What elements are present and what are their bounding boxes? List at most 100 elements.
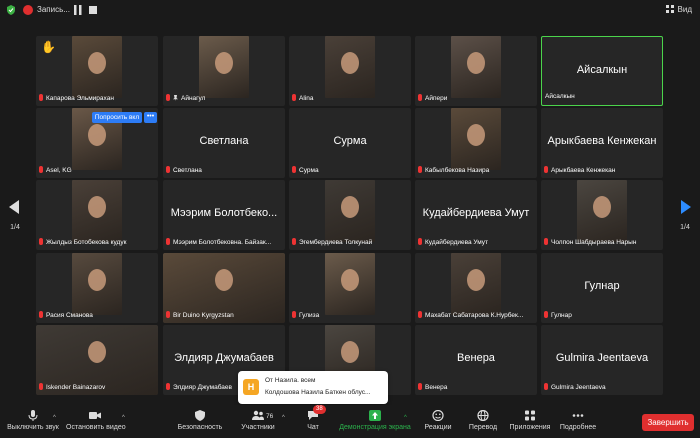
participant-name: Гулнар	[551, 312, 572, 319]
participant-name-label: Айнагул	[166, 94, 282, 104]
participants-caret-icon[interactable]: ^	[282, 415, 285, 421]
pause-recording-icon[interactable]	[74, 5, 82, 15]
participant-name: Gulmira Jeentaeva	[551, 384, 606, 391]
participant-tile[interactable]: Bir Duino Kyrgyzstan	[163, 253, 285, 323]
translation-button[interactable]: Перевод	[464, 407, 502, 437]
participant-tile[interactable]: Alina	[289, 36, 411, 106]
participant-tile[interactable]: Gulmira Jeentaeva Gulmira Jeentaeva	[541, 325, 663, 395]
participant-name-label: Светлана	[166, 166, 282, 176]
apps-button[interactable]: Приложения	[508, 407, 552, 437]
participant-name: Чолпон Шабдыраева Нарын	[551, 239, 637, 246]
participant-name-label: Гулнар	[544, 311, 660, 321]
participant-name-label: Кабылбекова Назира	[418, 166, 534, 176]
participant-name-label: Asel, KG	[39, 166, 155, 176]
muted-mic-icon	[292, 94, 296, 101]
muted-mic-icon	[544, 238, 548, 245]
participant-display-name: Гулнар	[584, 280, 620, 292]
participant-tile[interactable]: Айнагул	[163, 36, 285, 106]
participant-face	[341, 196, 359, 218]
page-indicator-left: 1/4	[10, 224, 20, 231]
participant-tile[interactable]: Венера Венера	[415, 325, 537, 395]
participant-tile[interactable]: Махабат Сабатарова К.Нурбек...	[415, 253, 537, 323]
participants-button[interactable]: Участники	[236, 407, 280, 437]
video-options-caret-icon[interactable]: ^	[122, 415, 125, 421]
participant-name-label: Эгембердиева Толкунай	[292, 238, 408, 248]
participant-name: Кабылбекова Назира	[425, 167, 490, 174]
security-button[interactable]: Безопасность	[176, 407, 224, 437]
reaction-smiley-icon	[432, 410, 444, 421]
participant-face	[215, 52, 233, 74]
participant-name-label: Gulmira Jeentaeva	[544, 383, 660, 393]
participant-display-name: Элдияр Джумабаев	[174, 352, 274, 364]
participant-face	[88, 341, 106, 363]
participant-face	[593, 196, 611, 218]
ask-to-unmute-button[interactable]: Попросить вкл	[92, 112, 142, 123]
participant-tile[interactable]: Жылдыз Ботобекова кудук	[36, 180, 158, 250]
tile-more-button[interactable]: •••	[144, 112, 157, 123]
participant-name: Арыкбаева Кенжекан	[551, 167, 616, 174]
participant-name: Iskender Bainazarov	[46, 384, 106, 391]
participant-name: Мээрим Болотбековна. Байзак...	[173, 239, 272, 246]
participant-name-label: Расия Сманова	[39, 311, 155, 321]
stop-video-button[interactable]: Остановить видео	[66, 407, 126, 437]
participant-tile[interactable]: Сурма Сурма	[289, 108, 411, 178]
security-label: Безопасность	[177, 424, 223, 431]
chat-notification[interactable]: Н От Назила. всем Колдошова Назила Батке…	[238, 371, 388, 404]
share-screen-icon	[369, 410, 381, 421]
participant-tile[interactable]: Iskender Bainazarov	[36, 325, 158, 395]
mute-label: Выключить звук	[7, 424, 59, 431]
page-previous-button[interactable]: 1/4	[0, 190, 30, 238]
participant-display-name: Арыкбаева Кенжекан	[547, 135, 657, 147]
more-dots-icon	[572, 414, 584, 417]
participant-name-label: Капарова Эльмирахан	[39, 94, 155, 104]
muted-mic-icon	[544, 166, 548, 173]
view-label: Вид	[677, 5, 692, 14]
participant-tile[interactable]: Чолпон Шабдыраева Нарын	[541, 180, 663, 250]
participant-video	[72, 253, 122, 315]
participant-face	[341, 341, 359, 363]
participant-face	[467, 52, 485, 74]
participant-tile[interactable]: Расия Сманова	[36, 253, 158, 323]
participants-icon	[252, 410, 264, 420]
participant-tile[interactable]: Кабылбекова Назира	[415, 108, 537, 178]
participant-video	[325, 253, 375, 315]
end-meeting-button[interactable]: Завершить	[642, 414, 694, 431]
audio-options-caret-icon[interactable]: ^	[53, 415, 56, 421]
participant-video	[451, 36, 501, 98]
more-button[interactable]: Подробнее	[556, 407, 600, 437]
participant-tile[interactable]: ✋ Капарова Эльмирахан	[36, 36, 158, 106]
participant-tile[interactable]: Гулиза	[289, 253, 411, 323]
participants-count: 76	[266, 413, 274, 420]
participant-name-label: Alina	[292, 94, 408, 104]
participant-tile[interactable]: Мээрим Болотбеко... Мээрим Болотбековна. …	[163, 180, 285, 250]
participant-tile[interactable]: Светлана Светлана	[163, 108, 285, 178]
mute-button[interactable]: Выключить звук	[6, 407, 60, 437]
participant-name-label: Арыкбаева Кенжекан	[544, 166, 660, 176]
participant-name: Alina	[299, 95, 314, 102]
muted-mic-icon	[166, 238, 170, 245]
muted-mic-icon	[166, 383, 170, 390]
participant-face	[341, 52, 359, 74]
participant-tile[interactable]: Айпери	[415, 36, 537, 106]
more-label: Подробнее	[559, 424, 597, 431]
participant-face	[88, 269, 106, 291]
participant-video	[325, 180, 375, 242]
view-button[interactable]: Вид	[665, 5, 692, 14]
participant-tile[interactable]: Арыкбаева Кенжекан Арыкбаева Кенжекан	[541, 108, 663, 178]
participant-tile[interactable]: Айсалкын Айсалкын	[541, 36, 663, 106]
reactions-button[interactable]: Реакции	[420, 407, 456, 437]
meeting-top-bar: Запись... Вид	[0, 0, 700, 20]
pin-icon	[173, 95, 178, 101]
participant-tile[interactable]: Гулнар Гулнар	[541, 253, 663, 323]
chat-button[interactable]: 38 Чат	[298, 405, 328, 437]
share-screen-button[interactable]: Демонстрация экрана	[336, 407, 414, 437]
video-camera-icon	[89, 412, 101, 419]
participant-tile[interactable]: Кудайбердиева Умут Кудайбердиева Умут	[415, 180, 537, 250]
participant-tile[interactable]: Эгембердиева Толкунай	[289, 180, 411, 250]
participant-display-name: Венера	[457, 352, 495, 364]
share-options-caret-icon[interactable]: ^	[404, 415, 407, 421]
muted-mic-icon	[166, 94, 170, 101]
chevron-left-icon	[9, 200, 19, 214]
stop-recording-icon[interactable]	[89, 6, 97, 14]
page-next-button[interactable]: 1/4	[670, 190, 700, 238]
